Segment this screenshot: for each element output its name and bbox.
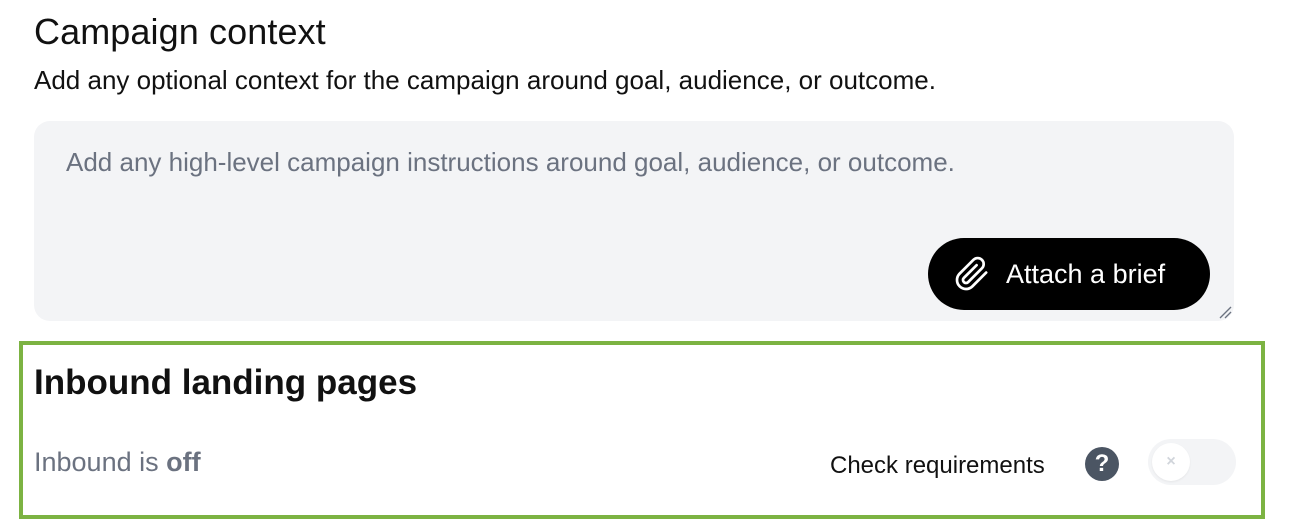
paperclip-icon [955, 256, 988, 291]
close-icon: × [1166, 453, 1176, 470]
inbound-toggle[interactable]: × [1148, 439, 1236, 485]
attach-brief-label: Attach a brief [1006, 258, 1166, 289]
help-symbol: ? [1094, 450, 1110, 477]
toggle-knob: × [1152, 443, 1190, 481]
question-circle-icon[interactable]: ? [1085, 447, 1119, 481]
section-subtitle: Add any optional context for the campaig… [34, 65, 936, 95]
check-requirements-link[interactable]: Check requirements [830, 450, 1045, 482]
inbound-status: Inbound is off [34, 445, 201, 479]
section-title: Campaign context [34, 11, 326, 52]
inbound-landing-pages-section: Inbound landing pages Inbound is off Che… [19, 341, 1265, 519]
resize-grip-icon[interactable] [1218, 305, 1232, 319]
page: Campaign context Add any optional contex… [0, 0, 1294, 524]
inbound-status-prefix: Inbound is [34, 447, 159, 477]
inbound-status-value: off [166, 447, 201, 477]
inbound-title: Inbound landing pages [34, 363, 418, 402]
campaign-context-field: Attach a brief [34, 121, 1234, 321]
attach-brief-button[interactable]: Attach a brief [928, 238, 1210, 310]
